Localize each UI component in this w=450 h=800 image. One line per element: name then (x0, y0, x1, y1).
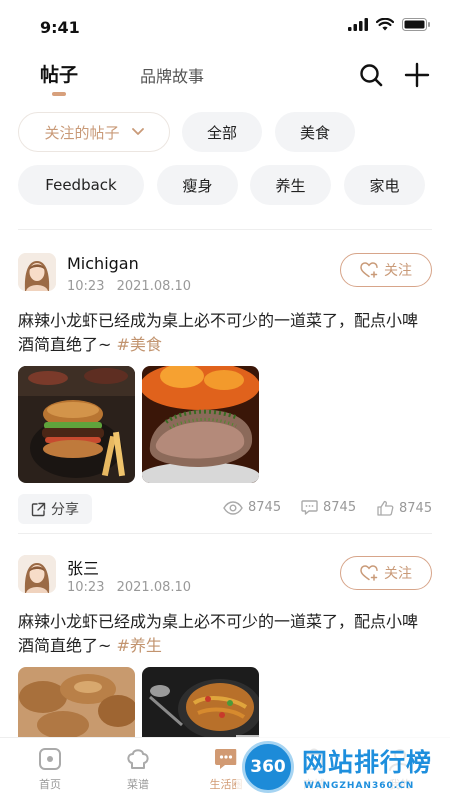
wifi-icon (376, 18, 394, 31)
post-date: 2021.08.10 (116, 580, 192, 595)
post-author[interactable]: 张三 (67, 555, 99, 579)
search-icon[interactable] (358, 62, 384, 88)
post-time: 10:23 (67, 580, 105, 595)
like-count-value: 8745 (399, 500, 433, 516)
filter-chip-all[interactable]: 全部 (182, 112, 262, 152)
thumbs-up-icon (377, 500, 394, 516)
eye-icon (223, 500, 243, 515)
watermark-subtitle: WANGZHAN360.CN (304, 781, 415, 791)
filter-chip-slimming[interactable]: 瘦身 (157, 165, 238, 205)
status-time: 9:41 (40, 18, 80, 37)
view-count: 8745 (223, 500, 281, 515)
top-nav: 帖子 品牌故事 (0, 52, 450, 100)
comment-count[interactable]: 8745 (301, 500, 356, 515)
avatar[interactable] (18, 253, 56, 291)
post-time: 10:23 (67, 279, 105, 294)
post-image-bread[interactable] (18, 667, 135, 737)
post-text: 麻辣小龙虾已经成为桌上必不可少的一道菜了，配点小啤酒简直绝了~ #美食 (18, 309, 432, 357)
watermark-title: 网站排行榜 (302, 748, 433, 777)
filter-followed-posts[interactable]: 关注的帖子 (18, 112, 170, 152)
chef-hat-icon (127, 749, 149, 769)
home-icon (39, 748, 61, 770)
tabbar-item-recipes[interactable]: 菜谱 (106, 746, 170, 792)
post-image-noodles[interactable] (142, 667, 259, 737)
tab-posts[interactable]: 帖子 (40, 60, 78, 87)
post-date: 2021.08.10 (116, 279, 192, 294)
filter-chip-food[interactable]: 美食 (275, 112, 355, 152)
follow-button[interactable]: 关注 (340, 253, 432, 287)
filter-followed-label: 关注的帖子 (44, 123, 120, 142)
post-image-burger[interactable] (18, 366, 135, 483)
chevron-down-icon (131, 128, 144, 135)
plus-icon[interactable] (404, 62, 430, 88)
signal-icon (348, 18, 368, 31)
tabbar-label: 首页 (39, 778, 61, 791)
follow-label: 关注 (384, 263, 412, 279)
comment-count-value: 8745 (323, 500, 357, 515)
tabbar-label: 菜谱 (127, 778, 149, 791)
comment-icon (301, 500, 318, 515)
site-watermark: 360 网站排行榜 WANGZHAN360.CN (236, 735, 450, 800)
tabbar-item-home[interactable]: 首页 (18, 746, 82, 792)
watermark-logo: 360 (242, 741, 294, 793)
status-bar: 9:41 (0, 0, 450, 52)
share-label: 分享 (51, 502, 79, 518)
post-meta: 10:23 2021.08.10 (67, 580, 191, 595)
post-text: 麻辣小龙虾已经成为桌上必不可少的一道菜了，配点小啤酒简直绝了~ #养生 (18, 610, 432, 658)
post-body: 麻辣小龙虾已经成为桌上必不可少的一道菜了，配点小啤酒简直绝了~ (18, 311, 419, 354)
follow-button[interactable]: 关注 (340, 556, 432, 590)
post-tag[interactable]: #美食 (117, 335, 162, 354)
heart-plus-icon (360, 565, 378, 581)
battery-icon (402, 18, 430, 31)
post-meta: 10:23 2021.08.10 (67, 279, 191, 294)
status-icons (348, 18, 430, 31)
follow-label: 关注 (384, 566, 412, 582)
filter-chip-feedback[interactable]: Feedback (18, 165, 144, 205)
filter-chip-appliance[interactable]: 家电 (344, 165, 425, 205)
divider (18, 533, 432, 534)
view-count-value: 8745 (248, 500, 282, 515)
post-body: 麻辣小龙虾已经成为桌上必不可少的一道菜了，配点小啤酒简直绝了~ (18, 612, 419, 655)
tab-active-indicator (52, 92, 66, 96)
filter-chip-health[interactable]: 养生 (250, 165, 331, 205)
post-image-steak[interactable] (142, 366, 259, 483)
share-button[interactable]: 分享 (18, 494, 92, 524)
like-count[interactable]: 8745 (377, 500, 432, 516)
share-icon (31, 502, 46, 516)
divider (18, 229, 432, 230)
post-author[interactable]: Michigan (67, 254, 139, 273)
tab-brand-story[interactable]: 品牌故事 (140, 63, 204, 87)
avatar[interactable] (18, 555, 56, 593)
heart-plus-icon (360, 262, 378, 278)
post-tag[interactable]: #养生 (117, 636, 162, 655)
